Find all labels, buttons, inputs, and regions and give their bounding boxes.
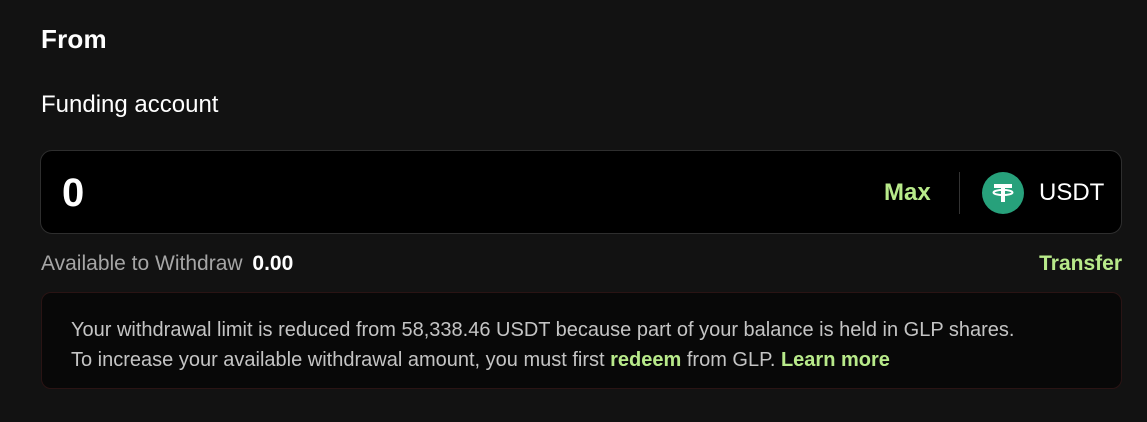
amount-field-container: Max USDT bbox=[40, 150, 1122, 234]
currency-label: USDT bbox=[1039, 179, 1105, 206]
notice-line-2-middle: from GLP. bbox=[681, 349, 781, 371]
account-label: Funding account bbox=[41, 91, 219, 118]
withdrawal-limit-notice: Your withdrawal limit is reduced from 58… bbox=[41, 292, 1122, 389]
available-to-withdraw: Available to Withdraw 0.00 bbox=[41, 252, 293, 276]
currency-selector[interactable]: USDT bbox=[982, 172, 1104, 214]
section-title-from: From bbox=[41, 24, 107, 54]
notice-line-2: To increase your available withdrawal am… bbox=[71, 345, 1093, 375]
transfer-link[interactable]: Transfer bbox=[1039, 252, 1122, 276]
available-value: 0.00 bbox=[252, 252, 294, 275]
max-button[interactable]: Max bbox=[884, 179, 931, 207]
redeem-link[interactable]: redeem bbox=[610, 349, 681, 371]
available-label: Available to Withdraw bbox=[41, 252, 243, 275]
learn-more-link[interactable]: Learn more bbox=[781, 349, 890, 371]
divider bbox=[959, 172, 960, 214]
amount-input[interactable] bbox=[62, 167, 762, 219]
notice-line-1: Your withdrawal limit is reduced from 58… bbox=[71, 319, 1015, 341]
tether-icon bbox=[982, 172, 1024, 214]
notice-line-2-text: To increase your available withdrawal am… bbox=[71, 349, 611, 371]
